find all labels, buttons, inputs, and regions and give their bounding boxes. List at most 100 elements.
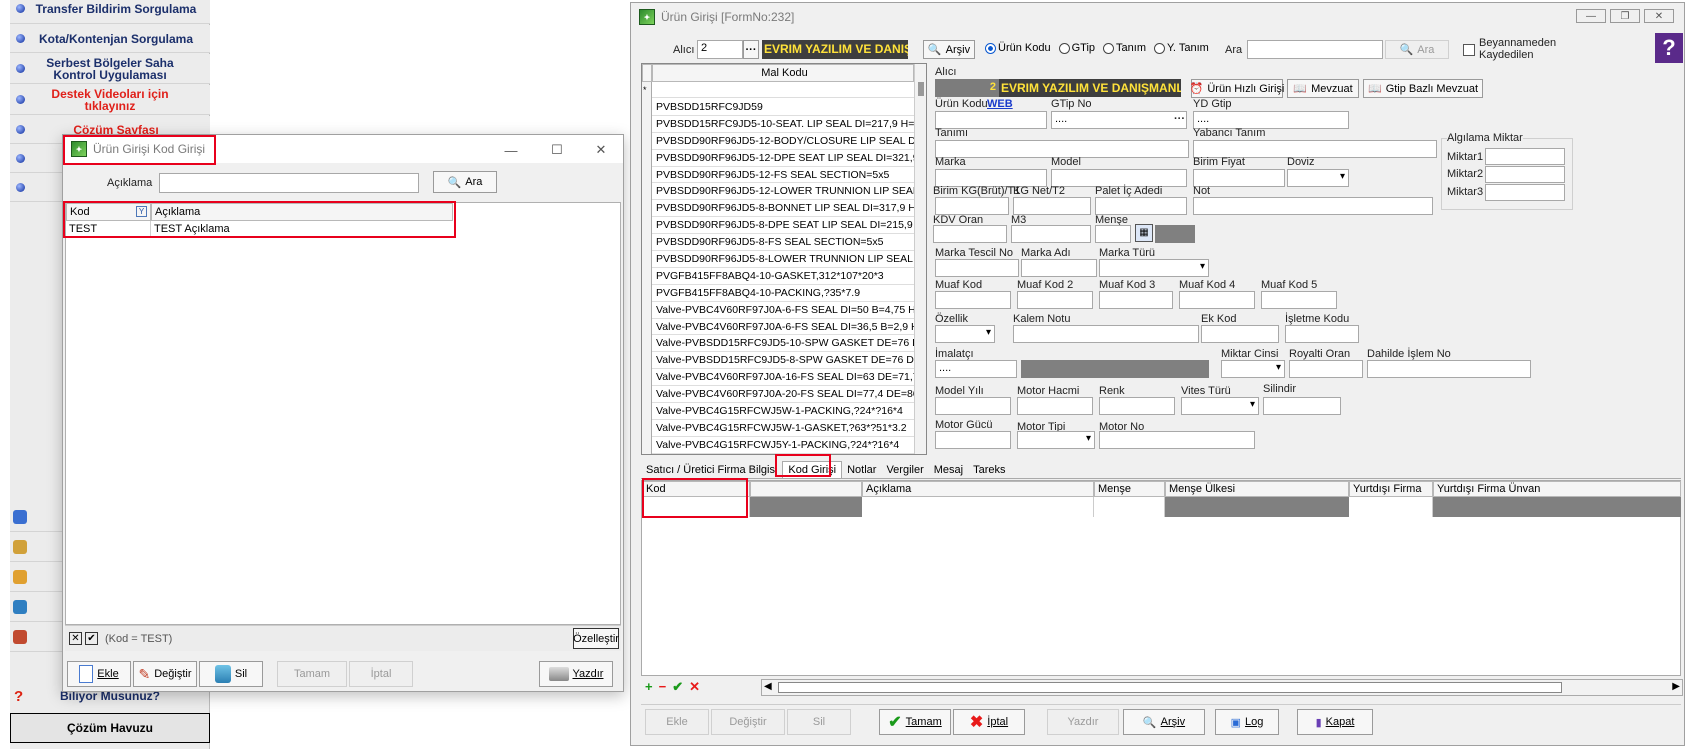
delete-row-icon[interactable]: − [659,679,667,695]
table-row[interactable]: Valve-PVBC4G15RFCWJ5Y-1-PACKING,?24*?16*… [652,436,914,454]
main-degistir-button[interactable]: Değiştir [711,709,785,735]
miktar-cinsi-select[interactable] [1221,360,1285,378]
gtip-lookup-icon[interactable]: ··· [1174,113,1185,125]
horizontal-scrollbar[interactable]: ◀ ▶ [761,679,1683,696]
col-yurtdisi-firma[interactable]: Yurtdışı Firma [1349,481,1433,497]
close-icon[interactable]: ✕ [581,141,621,159]
tab-notlar[interactable]: Notlar [842,462,881,478]
vites-select[interactable] [1181,397,1259,415]
kalem-notu-input[interactable] [1013,325,1199,343]
ara-button[interactable]: 🔍 Ara [433,171,497,193]
main-log-button[interactable]: ▣ Log [1215,709,1279,735]
table-row[interactable]: Valve-PVBC4V60RF97J0A-6-FS SEAL DI=36,5 … [652,318,914,336]
scrollbar-thumb[interactable] [778,682,1562,693]
minimize-icon[interactable]: — [1576,9,1606,23]
motor-no-input[interactable] [1099,431,1255,449]
cell-yurtdisi-firma[interactable] [1349,497,1433,517]
maximize-icon[interactable]: ☐ [537,141,577,159]
restore-icon[interactable]: ❐ [1610,9,1640,23]
cell-mense[interactable] [1094,497,1165,517]
tab-vergiler[interactable]: Vergiler [881,462,928,478]
ozellik-select[interactable] [935,325,995,343]
sidebar-row-5[interactable] [10,622,70,652]
sidebar-item-destek[interactable]: Destek Videoları için tıklayınız [10,85,210,115]
sidebar-item-kota[interactable]: Kota/Kontenjan Sorgulama [10,25,210,53]
web-link[interactable]: WEB [987,98,1013,110]
m3-input[interactable] [1011,225,1091,243]
col-kod[interactable]: Kod [642,481,750,497]
cancel-row-icon[interactable]: ✕ [689,679,700,695]
main-titlebar[interactable]: ✦ Ürün Girişi [FormNo:232] — ❐ ✕ [631,3,1684,31]
table-row[interactable]: Valve-PVBC4G15RFCWJ5W-1-GASKET,?63*?51*3… [652,419,914,437]
sidebar-item-transfer[interactable]: Transfer Bildirim Sorgulama [10,0,210,24]
tab-satici[interactable]: Satıcı / Üretici Firma Bilgisi [641,462,782,478]
main-kapat-button[interactable]: ▮ Kapat [1297,709,1373,735]
main-tamam-button[interactable]: ✔ Tamam [879,709,951,735]
ekle-button[interactable]: Ekle [67,661,131,687]
miktar2-input[interactable] [1485,166,1565,183]
muaf-kod-input[interactable] [935,291,1011,309]
minimize-icon[interactable]: — [491,141,531,159]
ozellestir-button[interactable]: Özelleştir [573,628,619,649]
table-row[interactable]: Valve-PVBSDD15RFC9JD5-10-SPW GASKET DE=7… [652,335,914,353]
radio-tanim[interactable]: Tanım [1103,42,1146,54]
grid-header-aciklama[interactable]: Açıklama [151,203,453,221]
col-mense-ulkesi[interactable]: Menşe Ülkesi [1165,481,1349,497]
miktar1-input[interactable] [1485,148,1565,165]
sidebar-item-serbest[interactable]: Serbest Bölgeler Saha Kontrol Uygulaması [10,54,210,84]
table-row[interactable]: TEST TEST Açıklama [66,221,453,238]
table-row[interactable]: PVBSDD90RF96JD5-12-BODY/CLOSURE LIP SEAL… [652,132,914,150]
toolbar-ara-button[interactable]: 🔍 Ara [1385,40,1449,59]
filter-enabled-checkbox[interactable]: ✔ [85,632,98,645]
radio-urun-kodu[interactable]: Ürün Kodu [985,42,1051,54]
table-row[interactable]: Valve-PVBSDD15RFC9JD5-8-SPW GASKET DE=76… [652,352,914,370]
table-row[interactable]: PVBSDD90RF96JD5-8-DPE SEAT LIP SEAL DI=2… [652,217,914,235]
royalti-input[interactable] [1289,360,1363,378]
main-iptal-button[interactable]: ✖ İptal [953,709,1025,735]
add-row-icon[interactable]: + [645,679,653,695]
tamam-button[interactable]: Tamam [277,661,347,687]
table-row[interactable] [642,497,1682,517]
table-row[interactable]: PVBSDD90RF96JD5-12-LOWER TRUNNION LIP SE… [652,183,914,201]
radio-gtip[interactable]: GTip [1058,42,1095,54]
isletme-kodu-input[interactable] [1285,325,1359,343]
silindir-input[interactable] [1263,397,1341,415]
motor-tipi-select[interactable] [1017,431,1095,449]
sil-button[interactable]: Sil [199,661,263,687]
palet-input[interactable] [1095,197,1187,215]
tab-tareks[interactable]: Tareks [968,462,1010,478]
table-row[interactable]: PVBSDD90RF96JD5-12-DPE SEAT LIP SEAL DI=… [652,149,914,167]
scroll-left-icon[interactable]: ◀ [764,681,772,692]
muaf-kod-5-input[interactable] [1261,291,1337,309]
scroll-right-icon[interactable]: ▶ [1672,681,1680,692]
aciklama-input[interactable] [159,173,419,193]
sidebar-row-2[interactable] [10,532,70,562]
cell-aciklama[interactable] [862,497,1094,517]
mevzuat-button[interactable]: 📖 Mevzuat [1287,79,1359,98]
iptal-button[interactable]: İptal [349,661,413,687]
col-mense[interactable]: Menşe [1094,481,1165,497]
mal-kodu-header[interactable]: Mal Kodu [652,64,914,82]
tab-mesaj[interactable]: Mesaj [929,462,968,478]
imalatci-input[interactable]: .... [935,360,1017,378]
table-row[interactable]: PVBSDD90RF96JD5-12-FS SEAL SECTION=5x5 [652,166,914,184]
marka-adi-input[interactable] [1021,259,1097,277]
cell-kod[interactable] [642,497,750,517]
table-row[interactable]: PVBSDD15RFC9JD59 [652,99,914,116]
gtip-bazli-button[interactable]: 📖 Gtip Bazlı Mevzuat [1363,79,1483,98]
kg-net-input[interactable] [1013,197,1091,215]
mal-kodu-scrollbar[interactable] [914,64,926,454]
arsiv-toolbar-button[interactable]: 🔍 Arşiv [923,40,975,59]
table-row[interactable]: PVGFB415FF8ABQ4-10-GASKET,312*107*20*3 [652,267,914,285]
urun-hizli-button[interactable]: ⏰ Ürün Hızlı Girişi [1190,79,1284,98]
mense-input[interactable] [1095,225,1131,243]
toolbar-alici-input[interactable]: 2 [697,40,743,59]
sidebar-row-1[interactable] [10,502,70,532]
marka-turu-select[interactable] [1099,259,1209,277]
table-row[interactable]: Valve-PVBC4V60RF97J0A-20-FS SEAL DI=77,4… [652,386,914,404]
table-row[interactable]: Valve-PVBC4V60RF97J0A-16-FS SEAL DI=63 D… [652,369,914,387]
table-row[interactable]: PVBSDD15RFC9JD5-10-SEAT. LIP SEAL DI=217… [652,115,914,133]
main-ekle-button[interactable]: Ekle [645,709,709,735]
tab-kod-girisi[interactable]: Kod Girişi [782,461,843,478]
kdv-input[interactable] [933,225,1007,243]
